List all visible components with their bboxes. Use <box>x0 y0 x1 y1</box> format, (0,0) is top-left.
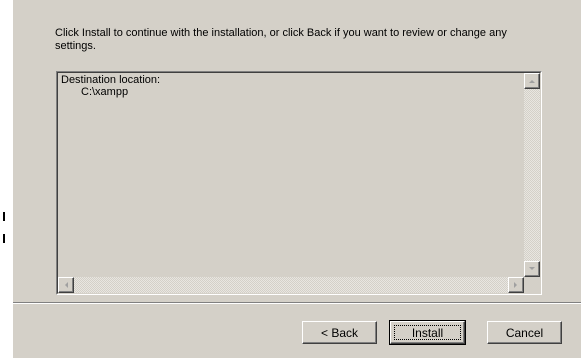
scroll-right-button[interactable] <box>508 277 524 293</box>
install-summary-content: Destination location: C:\xampp <box>61 74 160 98</box>
arrow-up-icon <box>529 80 535 83</box>
horizontal-scrollbar[interactable] <box>58 277 524 293</box>
scroll-left-button[interactable] <box>58 277 74 293</box>
install-summary-frame: Destination location: C:\xampp <box>57 72 541 294</box>
installer-dialog: Click Install to continue with the insta… <box>13 0 581 358</box>
back-button[interactable]: < Back <box>302 321 377 344</box>
install-summary-box[interactable]: Destination location: C:\xampp <box>56 71 542 295</box>
arrow-right-icon <box>514 282 517 288</box>
destination-label: Destination location: <box>61 74 161 86</box>
install-instruction-text: Click Install to continue with the insta… <box>55 27 507 52</box>
install-button-label: Install <box>411 325 444 340</box>
screen: Click Install to continue with the insta… <box>0 0 581 358</box>
cancel-button[interactable]: Cancel <box>487 321 562 344</box>
scroll-down-button[interactable] <box>524 261 540 277</box>
arrow-left-icon <box>65 282 68 288</box>
button-area-separator <box>13 302 581 304</box>
window-edge-mark <box>3 212 5 221</box>
scroll-up-button[interactable] <box>524 73 540 89</box>
destination-value: C:\xampp <box>81 86 129 98</box>
install-button[interactable]: Install <box>389 320 466 345</box>
vertical-scrollbar[interactable] <box>524 73 540 277</box>
window-edge-mark <box>3 234 5 243</box>
arrow-down-icon <box>529 267 535 270</box>
scrollbar-corner <box>524 277 540 293</box>
